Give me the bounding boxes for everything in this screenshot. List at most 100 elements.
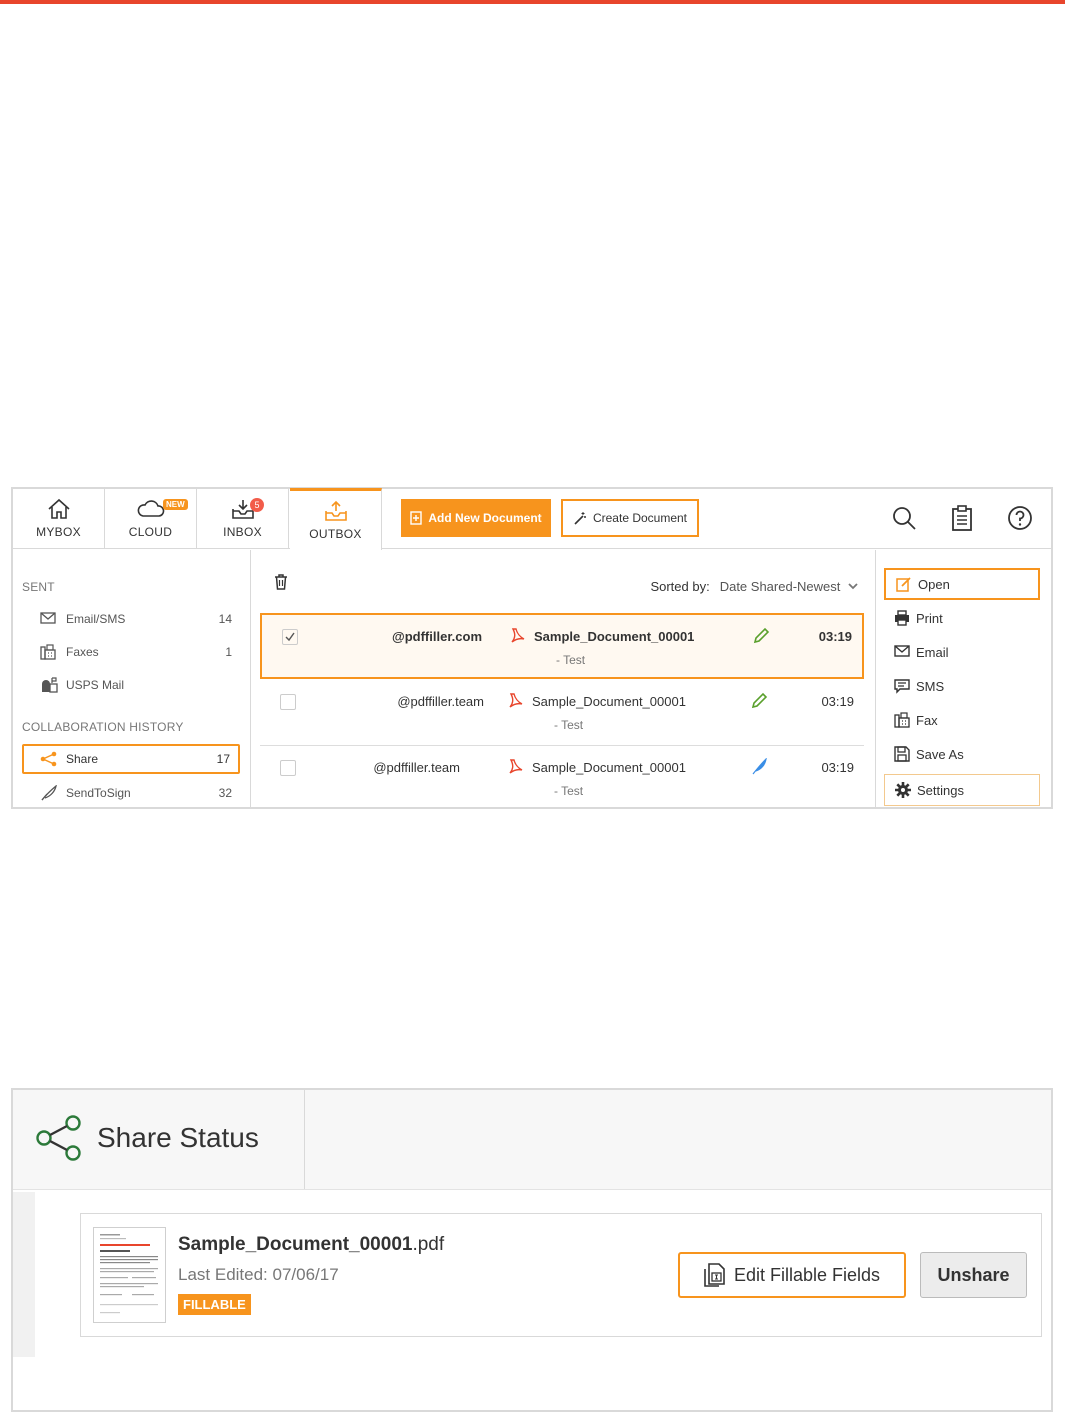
table-row[interactable]: @pdffiller.team Sample_Document_00001 - … [260, 680, 864, 746]
magic-wand-icon [574, 512, 586, 525]
sent-section-title: SENT [22, 580, 55, 594]
actions-panel: Open Print Email SMS Fax Save As Setting… [875, 550, 1051, 807]
save-icon [894, 746, 910, 762]
pencil-icon[interactable] [750, 692, 768, 710]
sidebar-item-label: SendToSign [66, 786, 131, 800]
row-checkbox[interactable] [280, 694, 296, 710]
sidebar-item-count: 1 [225, 645, 232, 659]
fax-icon [40, 644, 56, 660]
check-icon [285, 632, 295, 642]
document-thumbnail[interactable] [93, 1227, 166, 1323]
sidebar-item-email-sms[interactable]: Email/SMS 14 [22, 604, 240, 634]
action-label: Email [916, 645, 949, 660]
tab-label: OUTBOX [309, 527, 362, 541]
shared-document-card: Sample_Document_00001.pdf Last Edited: 0… [80, 1213, 1042, 1337]
sidebar-item-faxes[interactable]: Faxes 1 [22, 637, 240, 667]
save-as-action[interactable]: Save As [884, 738, 1040, 770]
tab-label: CLOUD [128, 525, 173, 539]
add-document-icon [410, 511, 423, 525]
last-edited: Last Edited: 07/06/17 [178, 1265, 339, 1284]
edit-fillable-fields-button[interactable]: Edit Fillable Fields [678, 1252, 906, 1298]
action-label: SMS [916, 679, 945, 694]
sidebar-item-usps-mail[interactable]: USPS Mail [22, 670, 240, 700]
sort-control[interactable]: Sorted by: Date Shared-Newest [650, 579, 858, 594]
pdf-icon [509, 759, 523, 774]
pdf-icon [509, 693, 523, 708]
collaboration-history-title: COLLABORATION HISTORY [22, 720, 184, 734]
sms-action[interactable]: SMS [884, 670, 1040, 702]
table-row[interactable]: @pdffiller.team Sample_Document_00001 - … [260, 746, 864, 812]
tab-outbox[interactable]: OUTBOX [290, 488, 382, 550]
envelope-icon [40, 612, 56, 624]
action-label: Settings [917, 783, 964, 798]
settings-action[interactable]: Settings [884, 774, 1040, 806]
new-badge: NEW [163, 499, 188, 510]
add-new-document-button[interactable]: Add New Document [401, 499, 551, 537]
quill-icon[interactable] [750, 758, 768, 776]
table-row[interactable]: @pdffiller.com Sample_Document_00001 - T… [260, 613, 864, 679]
left-gutter [13, 1192, 35, 1357]
document-name: Sample_Document_00001 [532, 760, 686, 775]
sorted-by-value: Date Shared-Newest [719, 579, 841, 594]
tab-label: MYBOX [36, 525, 81, 539]
clipboard-icon[interactable] [951, 505, 973, 531]
sidebar-item-label: USPS Mail [66, 678, 125, 692]
message-icon [894, 679, 910, 694]
create-document-label: Create Document [592, 511, 688, 525]
fax-action[interactable]: Fax [884, 704, 1040, 736]
home-icon [47, 498, 70, 519]
tab-label: INBOX [223, 525, 262, 539]
page-title: Share Status [97, 1122, 259, 1153]
tab-mybox[interactable]: MYBOX [13, 489, 105, 548]
recipient-email: @pdffiller.com [392, 629, 482, 644]
quill-icon [41, 785, 57, 801]
sidebar: SENT Email/SMS 14 Faxes 1 USPS Mail COLL… [13, 550, 251, 807]
print-action[interactable]: Print [884, 602, 1040, 634]
printer-icon [895, 610, 909, 626]
sidebar-item-sendtosign[interactable]: SendToSign 32 [22, 778, 240, 808]
action-label: Save As [916, 747, 964, 762]
share-time: 03:19 [818, 629, 852, 644]
outbox-panel: MYBOX CLOUD NEW INBOX 5 OUTBOX Add New D… [11, 487, 1053, 809]
help-icon[interactable] [1007, 505, 1033, 531]
document-list: Sorted by: Date Shared-Newest @pdffiller.… [252, 550, 874, 807]
search-icon[interactable] [891, 505, 917, 531]
create-document-button[interactable]: Create Document [561, 499, 699, 537]
sidebar-item-share[interactable]: Share 17 [22, 744, 240, 774]
row-checkbox[interactable] [280, 760, 296, 776]
document-name: Sample_Document_00001 [532, 694, 686, 709]
action-label: Fax [916, 713, 938, 728]
email-action[interactable]: Email [884, 636, 1040, 668]
main-tabs: MYBOX CLOUD NEW INBOX 5 OUTBOX Add New D… [13, 488, 1051, 550]
fillable-badge: FILLABLE [178, 1294, 251, 1315]
tab-inbox[interactable]: INBOX [197, 489, 289, 548]
mailbox-icon [42, 677, 58, 693]
open-action[interactable]: Open [884, 568, 1040, 600]
gear-icon [895, 782, 911, 798]
document-subtitle: - Test [556, 653, 586, 667]
row-checkbox[interactable] [282, 629, 298, 645]
share-status-header: Share Status [13, 1090, 1051, 1190]
cloud-icon [137, 500, 164, 517]
envelope-icon [894, 645, 910, 657]
share-status-title-box: Share Status [13, 1090, 305, 1189]
document-subtitle: - Test [554, 718, 584, 732]
sidebar-item-count: 32 [218, 786, 232, 800]
unshare-button[interactable]: Unshare [920, 1252, 1027, 1298]
trash-icon[interactable] [274, 574, 288, 590]
edit-icon [896, 577, 911, 592]
pencil-icon[interactable] [752, 627, 770, 645]
edit-fillable-fields-label: Edit Fillable Fields [733, 1264, 881, 1285]
recipient-email: @pdffiller.team [397, 694, 484, 709]
document-subtitle: - Test [554, 784, 584, 798]
share-time: 03:19 [821, 694, 854, 709]
tab-cloud[interactable]: CLOUD [105, 489, 197, 548]
recipient-email: @pdffiller.team [373, 760, 460, 775]
chevron-down-icon [848, 583, 858, 590]
document-title: Sample_Document_00001.pdf [178, 1234, 444, 1256]
action-label: Print [916, 611, 943, 626]
sidebar-item-label: Share [66, 752, 99, 766]
sorted-by-label: Sorted by: [650, 579, 710, 594]
sidebar-item-label: Faxes [66, 645, 99, 659]
share-icon [40, 751, 57, 767]
